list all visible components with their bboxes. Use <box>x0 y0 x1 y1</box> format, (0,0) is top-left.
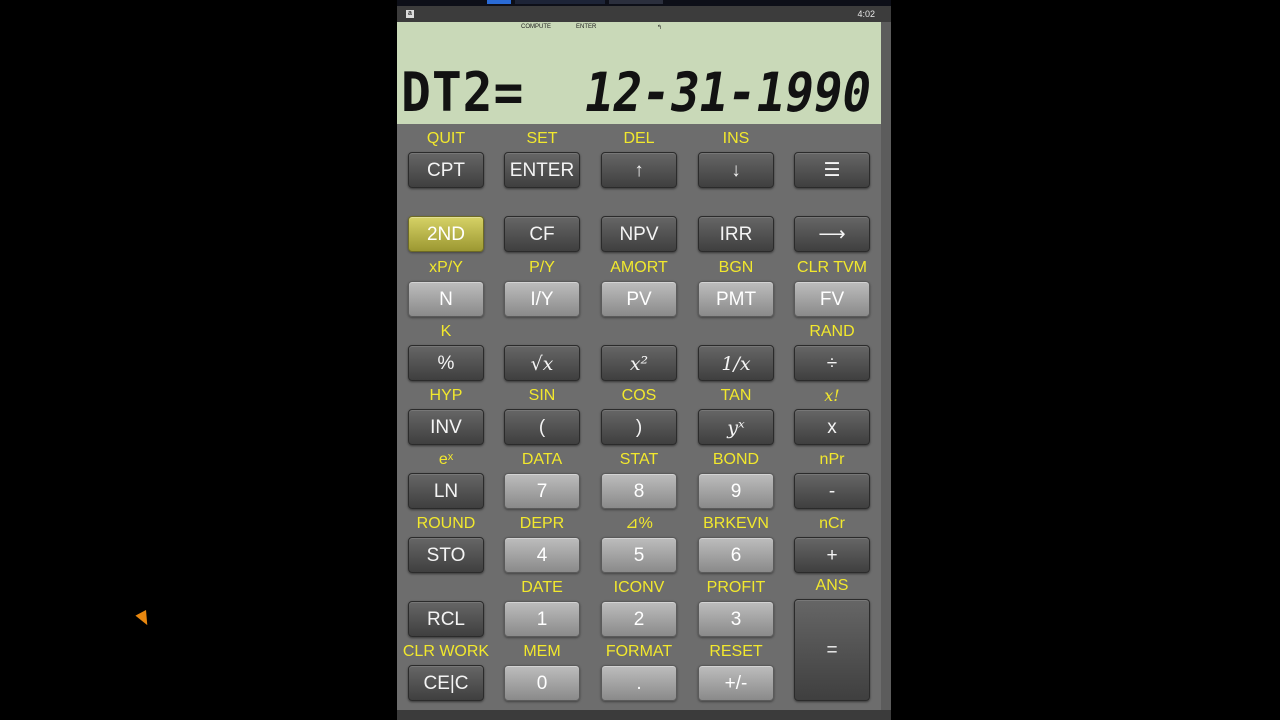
secondary-bgn: BGN <box>718 259 754 276</box>
sqrt-button[interactable]: √x <box>504 345 580 381</box>
fv-button[interactable]: FV <box>794 281 870 317</box>
mouse-cursor-icon <box>135 610 153 628</box>
down-arrow-button[interactable]: ↓ <box>698 152 774 188</box>
square-button[interactable]: x² <box>601 345 677 381</box>
multiply-button[interactable]: x <box>794 409 870 445</box>
secondary-iconv: ICONV <box>613 579 665 596</box>
secondary-amort: AMORT <box>610 259 668 276</box>
compute-indicator: COMPUTE <box>521 24 551 30</box>
right-arrow-button[interactable]: ⟶ <box>794 216 870 252</box>
pv-button[interactable]: PV <box>601 281 677 317</box>
secondary-date: DATE <box>521 579 563 596</box>
digit-2-button[interactable]: 2 <box>601 601 677 637</box>
bottom-bar <box>397 710 891 720</box>
secondary-depr: DEPR <box>519 515 565 532</box>
cpt-button[interactable]: CPT <box>408 152 484 188</box>
digit-6-button[interactable]: 6 <box>698 537 774 573</box>
secondary-stat: STAT <box>619 451 659 468</box>
status-bar: a 4:02 <box>397 6 891 22</box>
secondary-set: SET <box>526 130 558 147</box>
plus-button[interactable]: + <box>794 537 870 573</box>
irr-button[interactable]: IRR <box>698 216 774 252</box>
left-paren-button[interactable]: ( <box>504 409 580 445</box>
iy-button[interactable]: I/Y <box>504 281 580 317</box>
digit-3-button[interactable]: 3 <box>698 601 774 637</box>
lcd-value: 12-31-1990 <box>579 61 876 124</box>
secondary-round: ROUND <box>416 515 476 532</box>
enter-button[interactable]: ENTER <box>504 152 580 188</box>
sto-button[interactable]: STO <box>408 537 484 573</box>
secondary-format: FORMAT <box>605 643 673 660</box>
digit-5-button[interactable]: 5 <box>601 537 677 573</box>
secondary-reset: RESET <box>709 643 763 660</box>
calculator-app: a 4:02 COMPUTE ENTER ↰ DT2= 12-31-1990 Q… <box>397 0 891 720</box>
keypad: QUIT SET DEL INS CPT ENTER ↑ ↓ ☰ 2ND CF … <box>397 124 881 710</box>
secondary-py: P/Y <box>529 259 555 276</box>
ce-c-button[interactable]: CE|C <box>408 665 484 701</box>
secondary-sin: SIN <box>528 387 556 404</box>
pmt-button[interactable]: PMT <box>698 281 774 317</box>
inv-button[interactable]: INV <box>408 409 484 445</box>
secondary-bond: BOND <box>712 451 760 468</box>
lcd-variable-label: DT2= <box>401 61 525 124</box>
secondary-mem: MEM <box>523 643 561 660</box>
secondary-ins: INS <box>722 130 750 147</box>
secondary-k: K <box>440 323 452 340</box>
secondary-ncr: nCr <box>819 515 845 532</box>
secondary-ans: ANS <box>815 577 849 594</box>
power-button[interactable]: yˣ <box>698 409 774 445</box>
divide-button[interactable]: ÷ <box>794 345 870 381</box>
secondary-data: DATA <box>521 451 563 468</box>
digit-1-button[interactable]: 1 <box>504 601 580 637</box>
enter-mark-icon: ↰ <box>657 25 663 31</box>
status-time: 4:02 <box>857 9 875 19</box>
secondary-xpy: xP/Y <box>429 259 463 276</box>
secondary-hyp: HYP <box>429 387 463 404</box>
secondary-cos: COS <box>621 387 657 404</box>
minus-button[interactable]: - <box>794 473 870 509</box>
digit-8-button[interactable]: 8 <box>601 473 677 509</box>
cf-button[interactable]: CF <box>504 216 580 252</box>
digit-7-button[interactable]: 7 <box>504 473 580 509</box>
secondary-rand: RAND <box>809 323 855 340</box>
digit-0-button[interactable]: 0 <box>504 665 580 701</box>
secondary-profit: PROFIT <box>706 579 766 596</box>
digit-9-button[interactable]: 9 <box>698 473 774 509</box>
secondary-clr-tvm: CLR TVM <box>797 259 867 276</box>
lcd-display: COMPUTE ENTER ↰ DT2= 12-31-1990 <box>397 22 881 124</box>
decimal-button[interactable]: . <box>601 665 677 701</box>
secondary-quit: QUIT <box>426 130 466 147</box>
n-button[interactable]: N <box>408 281 484 317</box>
secondary-del: DEL <box>623 130 655 147</box>
device-edge <box>881 22 891 710</box>
app-icon: a <box>406 10 414 18</box>
secondary-clr-work: CLR WORK <box>402 643 490 660</box>
enter-indicator: ENTER <box>576 24 597 30</box>
secondary-exp: eˣ <box>438 451 454 468</box>
secondary-factorial: x! <box>824 386 840 405</box>
up-arrow-button[interactable]: ↑ <box>601 152 677 188</box>
digit-4-button[interactable]: 4 <box>504 537 580 573</box>
menu-icon[interactable]: ☰ <box>794 152 870 188</box>
secondary-delta-percent: ⊿% <box>625 515 653 532</box>
ln-button[interactable]: LN <box>408 473 484 509</box>
reciprocal-button[interactable]: 1/x <box>698 345 774 381</box>
second-function-button[interactable]: 2ND <box>408 216 484 252</box>
secondary-npr: nPr <box>819 451 845 468</box>
rcl-button[interactable]: RCL <box>408 601 484 637</box>
percent-button[interactable]: % <box>408 345 484 381</box>
npv-button[interactable]: NPV <box>601 216 677 252</box>
secondary-tan: TAN <box>720 387 752 404</box>
sign-change-button[interactable]: +/- <box>698 665 774 701</box>
equals-button[interactable]: = <box>794 599 870 701</box>
right-paren-button[interactable]: ) <box>601 409 677 445</box>
secondary-brkevn: BRKEVN <box>703 515 769 532</box>
